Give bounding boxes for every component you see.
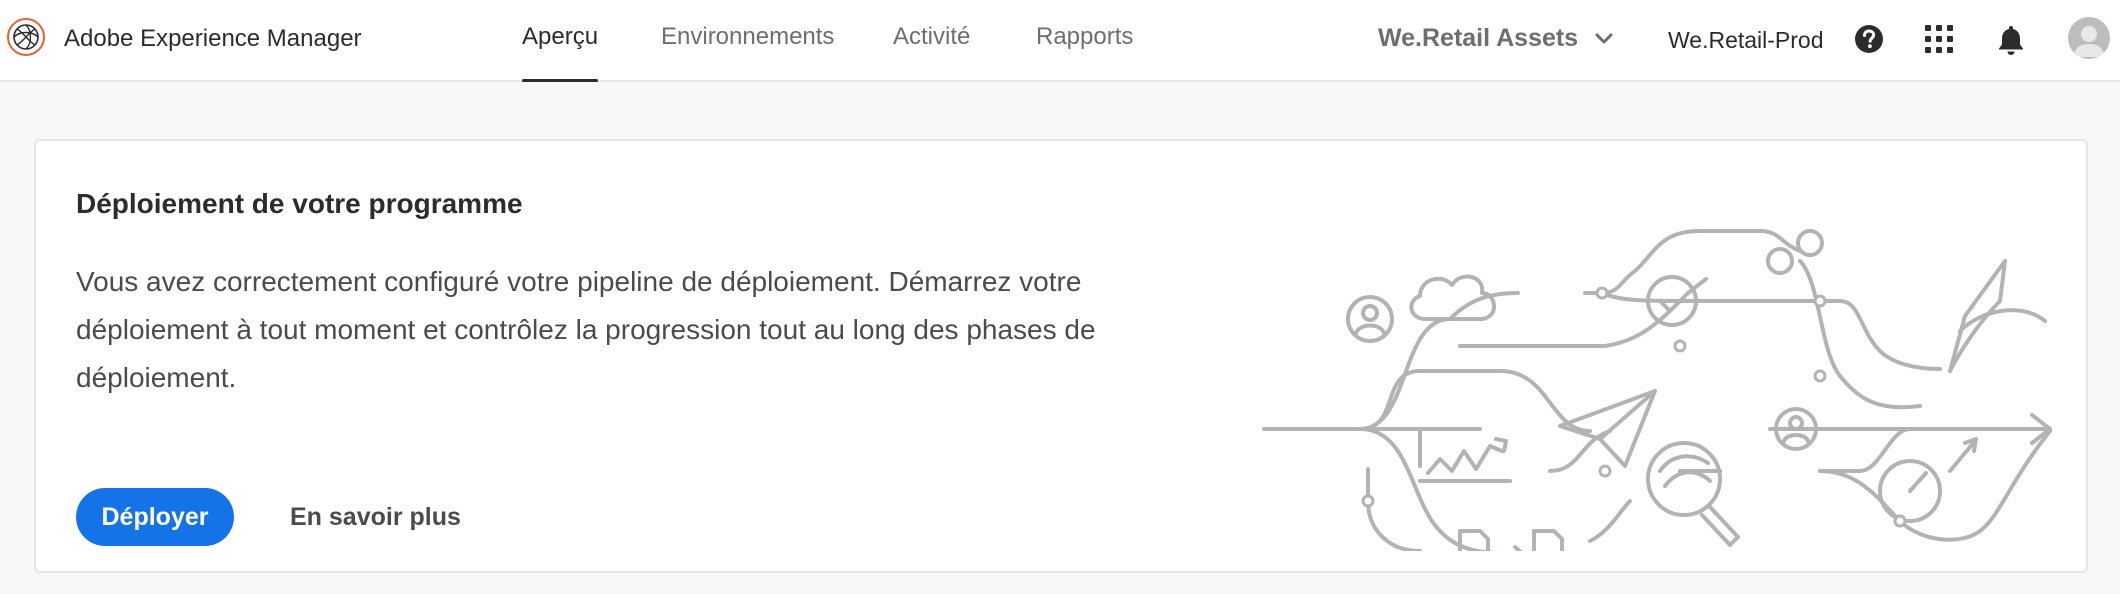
learn-more-link[interactable]: En savoir plus — [290, 503, 461, 532]
user-avatar-icon — [2073, 26, 2105, 57]
notifications-bell-icon[interactable] — [1996, 24, 2026, 56]
adobe-experience-manager-logo[interactable] — [6, 17, 46, 57]
tab-label: Activité — [893, 23, 971, 50]
card-description: Vous avez correctement configuré votre p… — [76, 266, 1096, 393]
deployment-pipeline-illustration — [1262, 229, 2052, 551]
apps-grid-icon[interactable] — [1924, 24, 1954, 54]
deployment-card: Déploiement de votre programme Vous avez… — [34, 139, 2088, 573]
environment-selector[interactable]: We.Retail-Prod — [1668, 27, 1824, 54]
tab-apercu[interactable]: Aperçu — [522, 23, 599, 82]
tab-label: Rapports — [1036, 23, 1134, 50]
tab-activite[interactable]: Activité — [893, 23, 970, 81]
chevron-down-icon — [1595, 33, 1613, 43]
card-title: Déploiement de votre programme — [76, 188, 523, 219]
tab-rapports[interactable]: Rapports — [1036, 23, 1133, 81]
tab-environnements[interactable]: Environnements — [661, 23, 834, 81]
deploy-button[interactable]: Déployer — [76, 488, 234, 546]
tab-label: Environnements — [661, 23, 835, 50]
program-selector[interactable]: We.Retail Assets — [1378, 24, 1614, 53]
tab-label: Aperçu — [522, 23, 599, 50]
top-navigation-bar: Adobe Experience Manager Aperçu Environn… — [0, 0, 2120, 82]
active-tab-indicator — [522, 79, 599, 82]
program-selector-value: We.Retail Assets — [1378, 24, 1579, 52]
help-icon[interactable] — [1854, 24, 1884, 54]
app-title[interactable]: Adobe Experience Manager — [64, 25, 362, 53]
user-avatar[interactable] — [2068, 17, 2110, 59]
